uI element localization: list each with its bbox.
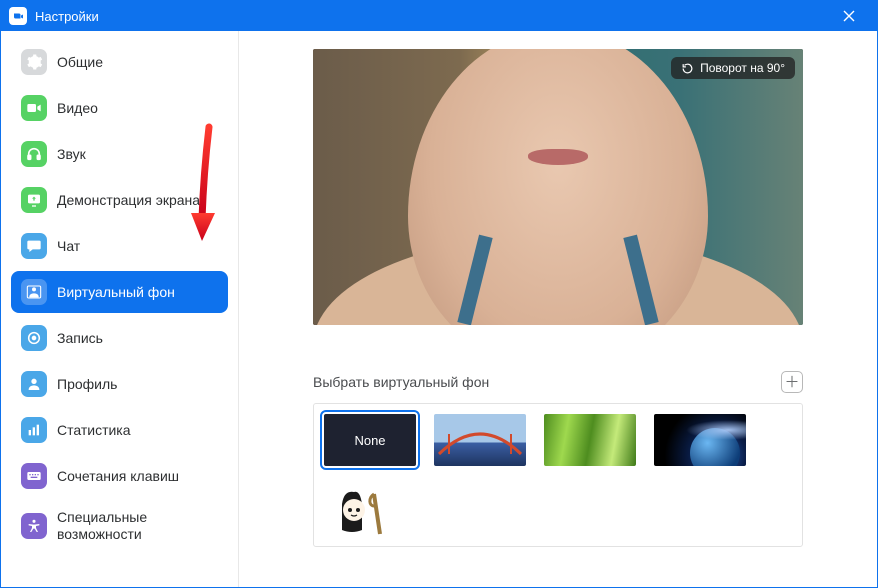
app-icon: [9, 7, 27, 25]
sidebar-item-share-screen[interactable]: Демонстрация экрана: [11, 179, 228, 221]
sidebar-item-audio[interactable]: Звук: [11, 133, 228, 175]
sidebar-item-label: Специальные возможности: [57, 509, 218, 543]
accessibility-icon: [21, 513, 47, 539]
sidebar-item-label: Статистика: [57, 422, 131, 439]
sidebar-item-shortcuts[interactable]: Сочетания клавиш: [11, 455, 228, 497]
stats-icon: [21, 417, 47, 443]
bg-thumb-bridge[interactable]: [434, 414, 526, 466]
gear-icon: [21, 49, 47, 75]
chat-icon: [21, 233, 47, 259]
keyboard-icon: [21, 463, 47, 489]
bg-thumb-earth[interactable]: [654, 414, 746, 466]
profile-icon: [21, 371, 47, 397]
video-preview: Поворот на 90°: [313, 49, 803, 325]
close-icon: [843, 10, 855, 22]
sidebar-item-statistics[interactable]: Статистика: [11, 409, 228, 451]
sidebar-item-label: Видео: [57, 100, 98, 117]
window-title: Настройки: [35, 9, 99, 24]
sidebar-item-accessibility[interactable]: Специальные возможности: [11, 501, 228, 551]
sidebar-item-label: Звук: [57, 146, 86, 163]
sidebar-item-label: Запись: [57, 330, 103, 347]
bg-thumb-none[interactable]: None: [324, 414, 416, 466]
rotate-label: Поворот на 90°: [700, 61, 785, 75]
sidebar-item-label: Демонстрация экрана: [57, 192, 200, 209]
sidebar-item-video[interactable]: Видео: [11, 87, 228, 129]
bg-thumb-grass[interactable]: [544, 414, 636, 466]
video-icon: [21, 95, 47, 121]
rotate-icon: [681, 62, 694, 75]
content-area: Поворот на 90° Выбрать виртуальный фон ＋…: [239, 31, 877, 587]
sidebar-item-recording[interactable]: Запись: [11, 317, 228, 359]
section-title: Выбрать виртуальный фон: [313, 374, 489, 390]
add-background-button[interactable]: ＋: [781, 371, 803, 393]
titlebar: Настройки: [1, 1, 877, 31]
sidebar-item-general[interactable]: Общие: [11, 41, 228, 83]
record-icon: [21, 325, 47, 351]
settings-window: Настройки Общие Видео: [0, 0, 878, 588]
sidebar-item-label: Сочетания клавиш: [57, 468, 179, 485]
sidebar-item-label: Виртуальный фон: [57, 284, 175, 301]
sidebar-item-label: Профиль: [57, 376, 117, 393]
bg-thumb-label: None: [354, 433, 385, 448]
settings-sidebar: Общие Видео Звук Демонстрация экрана: [1, 31, 239, 587]
bg-thumb-cartoon[interactable]: [324, 484, 416, 536]
sidebar-item-label: Чат: [57, 238, 80, 255]
plus-icon: ＋: [784, 375, 799, 390]
sidebar-item-chat[interactable]: Чат: [11, 225, 228, 267]
share-screen-icon: [21, 187, 47, 213]
headphones-icon: [21, 141, 47, 167]
sidebar-item-profile[interactable]: Профиль: [11, 363, 228, 405]
sidebar-item-virtual-background[interactable]: Виртуальный фон: [11, 271, 228, 313]
virtual-background-icon: [21, 279, 47, 305]
close-button[interactable]: [829, 1, 869, 31]
sidebar-item-label: Общие: [57, 54, 103, 71]
rotate-button[interactable]: Поворот на 90°: [671, 57, 795, 79]
thumbs-container: None: [313, 403, 803, 547]
